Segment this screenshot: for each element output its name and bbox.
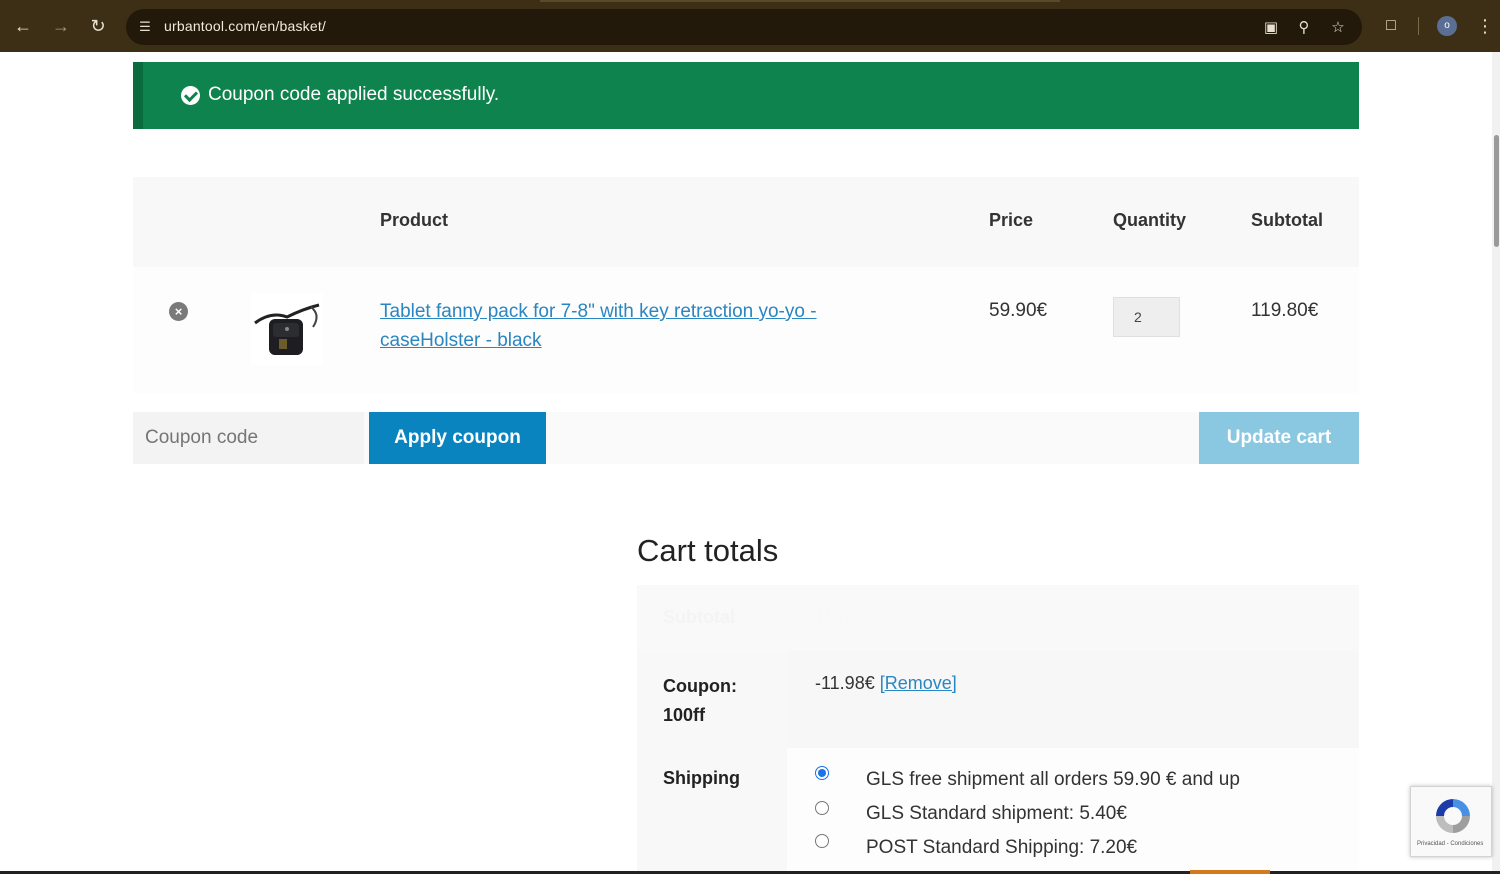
active-tab-indicator bbox=[540, 0, 1060, 2]
toolbar-divider bbox=[1418, 17, 1419, 35]
shipping-label: Shipping bbox=[663, 768, 740, 788]
subtotal-label: Subtotal bbox=[663, 607, 735, 627]
back-arrow-icon[interactable]: ← bbox=[11, 14, 35, 38]
scrollbar-thumb[interactable] bbox=[1494, 135, 1499, 247]
shipping-radio-post-standard[interactable] bbox=[815, 834, 829, 848]
translate-icon[interactable]: ▣ bbox=[1260, 17, 1282, 39]
header-price: Price bbox=[989, 210, 1034, 230]
fanny-pack-image bbox=[254, 303, 320, 355]
recaptcha-footer[interactable]: Privacidad - Condiciones bbox=[1417, 841, 1483, 847]
recaptcha-logo-icon bbox=[1436, 799, 1470, 833]
header-quantity: Quantity bbox=[1113, 210, 1187, 230]
coupon-label: Coupon: 100ff bbox=[663, 676, 737, 725]
item-price: 59.90€ bbox=[989, 300, 1048, 321]
bookmark-star-icon[interactable]: ☆ bbox=[1327, 17, 1349, 39]
subtotal-value: 119.80€ bbox=[815, 607, 879, 627]
address-bar[interactable]: ☰ urbantool.com/en/basket/ ▣ ⚲ ☆ bbox=[126, 9, 1362, 45]
remove-coupon-link[interactable]: [Remove] bbox=[880, 673, 957, 693]
subtotal-row bbox=[637, 585, 1359, 651]
profile-avatar[interactable]: o bbox=[1437, 16, 1457, 36]
quantity-input[interactable]: 2 bbox=[1113, 297, 1180, 337]
cart-actions: Apply coupon Update cart bbox=[133, 412, 1359, 464]
bottom-accent-bar bbox=[1190, 870, 1270, 874]
check-circle-icon bbox=[181, 86, 200, 105]
coupon-amount: -11.98€ bbox=[815, 673, 875, 693]
site-info-icon[interactable]: ☰ bbox=[136, 18, 154, 36]
browser-toolbar: ← → ↻ ☰ urbantool.com/en/basket/ ▣ ⚲ ☆ □… bbox=[0, 0, 1500, 52]
header-product: Product bbox=[380, 210, 449, 230]
coupon-discount: -11.98€ [Remove] bbox=[815, 673, 957, 694]
product-link[interactable]: Tablet fanny pack for 7-8" with key retr… bbox=[380, 297, 900, 355]
apply-coupon-button[interactable]: Apply coupon bbox=[369, 412, 546, 464]
shipping-radio-gls-free[interactable] bbox=[815, 766, 829, 780]
reload-icon[interactable]: ↻ bbox=[86, 14, 110, 38]
extensions-puzzle-icon[interactable]: □ bbox=[1380, 15, 1402, 37]
coupon-row bbox=[787, 651, 1359, 748]
kebab-menu-icon[interactable]: ⋮ bbox=[1476, 14, 1494, 38]
notice-message: Coupon code applied successfully. bbox=[208, 84, 500, 105]
shipping-option-gls-free[interactable]: GLS free shipment all orders 59.90 € and… bbox=[866, 769, 1240, 791]
forward-arrow-icon[interactable]: → bbox=[49, 14, 73, 38]
url-text[interactable]: urbantool.com/en/basket/ bbox=[164, 18, 326, 34]
update-cart-button[interactable]: Update cart bbox=[1199, 412, 1359, 464]
item-subtotal: 119.80€ bbox=[1251, 300, 1319, 321]
remove-item-icon[interactable]: × bbox=[169, 302, 188, 321]
cart-item-row: × Tablet fanny pack for 7-8" with key re… bbox=[133, 267, 1359, 393]
recaptcha-badge[interactable]: Privacidad - Condiciones bbox=[1410, 786, 1492, 857]
coupon-code-input[interactable] bbox=[133, 412, 364, 464]
success-notice: Coupon code applied successfully. bbox=[133, 62, 1359, 129]
shipping-option-gls-standard[interactable]: GLS Standard shipment: 5.40€ bbox=[866, 803, 1127, 825]
cart-totals-title: Cart totals bbox=[637, 533, 779, 568]
shipping-radio-gls-standard[interactable] bbox=[815, 801, 829, 815]
product-thumbnail[interactable] bbox=[251, 293, 323, 365]
cart-table-header: Product Price Quantity Subtotal bbox=[133, 177, 1359, 267]
zoom-icon[interactable]: ⚲ bbox=[1293, 17, 1315, 39]
shipping-option-post-standard[interactable]: POST Standard Shipping: 7.20€ bbox=[866, 837, 1137, 859]
header-subtotal: Subtotal bbox=[1251, 210, 1323, 230]
